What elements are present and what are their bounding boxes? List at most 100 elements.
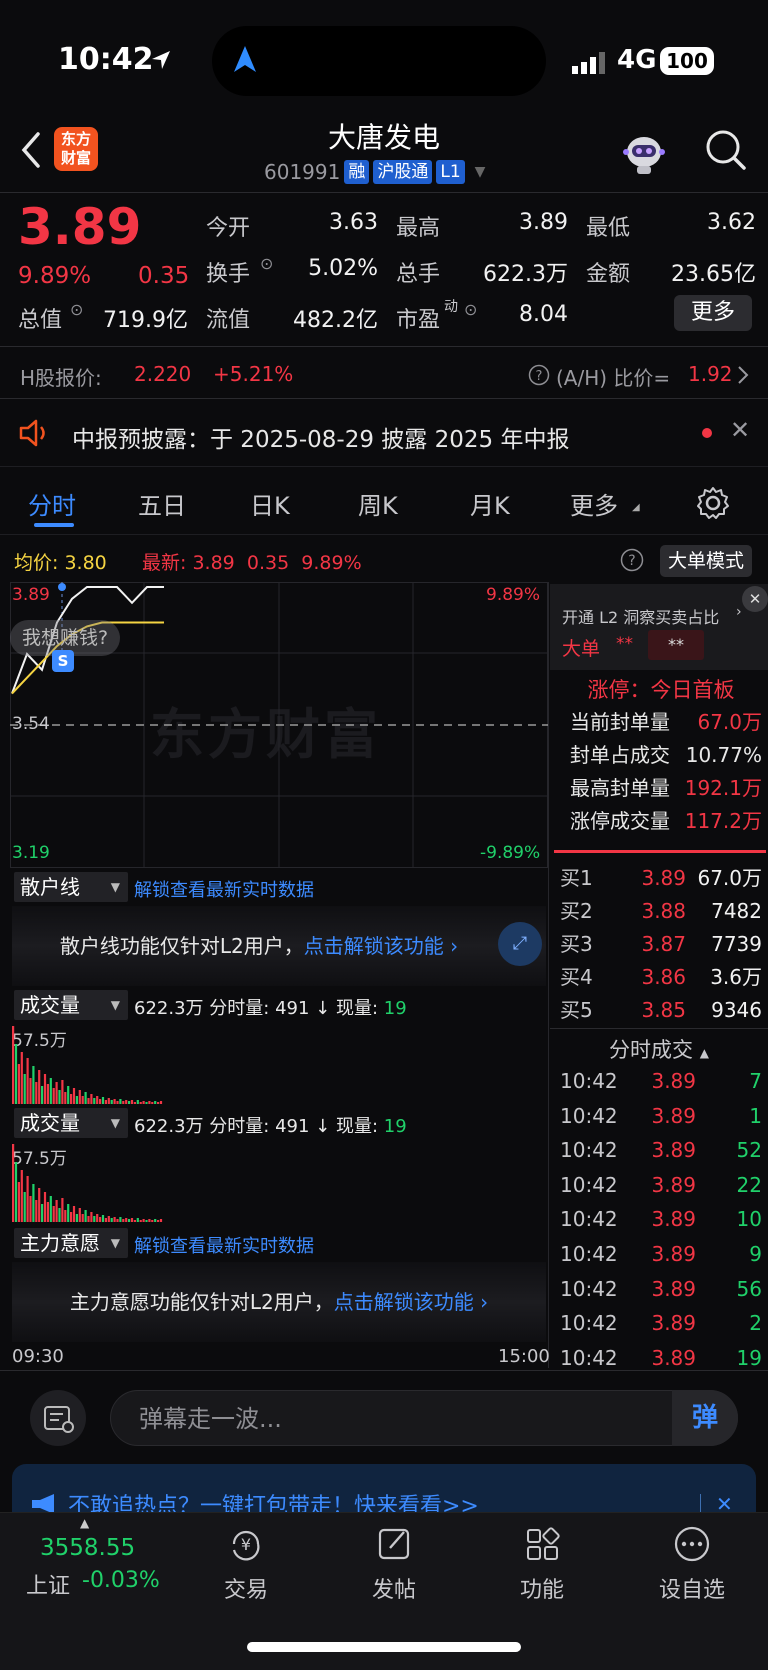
time-end-label: 15:00 [498, 1346, 550, 1367]
index-value[interactable]: 3558.55 [40, 1535, 135, 1561]
tab-monthly-k[interactable]: 月K [470, 486, 510, 521]
y-axis-mid-label: 3.54 [12, 714, 50, 734]
tab-weekly-k[interactable]: 周K [358, 486, 398, 521]
volume-bar [41, 1204, 44, 1222]
close-icon[interactable]: ✕ [742, 586, 768, 612]
volume-bar [70, 1212, 73, 1222]
active-tab-indicator [34, 523, 74, 527]
trade-row: 10:42 3.89 10 [560, 1207, 762, 1232]
nav-watchlist[interactable]: 设自选 [632, 1524, 752, 1604]
tab-five-day[interactable]: 五日 [138, 486, 186, 521]
float-value: 482.2亿 [293, 308, 378, 333]
retail-locked-panel[interactable]: 散户线功能仅针对L2用户，点击解锁该功能 › [12, 906, 546, 986]
volume-bar [17, 1064, 20, 1104]
l2-title[interactable]: 开通 L2 洞察买卖占比 [562, 604, 719, 628]
hshare-label: H股报价: [20, 366, 102, 390]
volume-chart[interactable] [10, 1024, 548, 1106]
volume-bar [84, 1092, 87, 1104]
mktcap-label[interactable]: 总值 [18, 302, 62, 334]
tab-more[interactable]: 更多 [570, 486, 618, 521]
volume-bar [93, 1216, 96, 1222]
volume-bar [157, 1220, 160, 1222]
robot-assistant-icon[interactable] [620, 130, 668, 176]
pe-superscript: 动 [444, 299, 458, 315]
more-button[interactable]: 更多 [674, 295, 752, 331]
limit-volume-row: 涨停成交量 117.2万 [570, 809, 762, 833]
chevron-right-icon[interactable] [736, 364, 750, 386]
orderbook-row[interactable]: 买4 3.86 3.6万 [550, 961, 768, 994]
info-icon[interactable]: ⊙ [70, 300, 83, 319]
big-order-mode-button[interactable]: 大单模式 [660, 545, 753, 577]
trade-row: 10:42 3.89 56 [560, 1276, 762, 1301]
main-force-unlock-link[interactable]: 解锁查看最新实时数据 [134, 1232, 314, 1258]
search-icon[interactable] [704, 128, 748, 172]
limit-up-stats: 当前封单量 67.0万 封单占成交 10.77% 最高封单量 192.1万 涨停成交量… [550, 706, 768, 838]
chevron-right-icon: › [736, 604, 742, 620]
battery-icon: 100 [660, 47, 714, 75]
danmu-send-button[interactable]: 弹 [672, 1390, 738, 1446]
volume-bar [52, 1088, 55, 1104]
nav-functions[interactable]: 功能 [482, 1524, 602, 1604]
nav-post[interactable]: 发帖 [334, 1524, 454, 1604]
volume-bar [96, 1096, 99, 1104]
low-label: 最低 [586, 216, 631, 241]
volume-bar [113, 1217, 116, 1222]
divider [700, 1494, 701, 1514]
volume-bar [125, 1218, 128, 1222]
pe-label[interactable]: 市盈 [396, 302, 440, 334]
volume-selector[interactable]: 成交量 ▼ [14, 990, 128, 1020]
info-icon[interactable]: ⊙ [464, 300, 477, 319]
stock-subtitle[interactable]: 601991 融 沪股通 L1 ▼ [264, 160, 485, 184]
notice-text[interactable]: 中报预披露：于 2025-08-29 披露 2025 年中报 [72, 420, 569, 454]
trades-list[interactable]: 10:42 3.89 7 10:42 3.89 1 10:42 3.89 52 10:42 3.89… [550, 1064, 768, 1375]
gear-icon[interactable] [696, 486, 730, 520]
volume-bar [35, 1200, 38, 1222]
index-name[interactable]: 上证 [26, 1568, 70, 1600]
volume-bar [23, 1192, 26, 1222]
volume-bar [32, 1184, 35, 1222]
trades-title[interactable]: 分时成交 ▲ [550, 1034, 768, 1064]
retail-unlock-link[interactable]: 解锁查看最新实时数据 [134, 876, 314, 902]
main-force-selector[interactable]: 主力意愿 ▼ [14, 1228, 128, 1258]
volume-bar [32, 1066, 35, 1104]
volume-bar [26, 1176, 29, 1222]
current-price: 3.89 [18, 198, 142, 256]
ah-ratio-value: 1.92 [688, 362, 733, 386]
help-icon[interactable]: ? [620, 548, 644, 572]
danmu-input[interactable]: 弹幕走一波... [110, 1390, 738, 1446]
volume-bar [35, 1082, 38, 1104]
retail-line-selector[interactable]: 散户线 ▼ [14, 872, 128, 902]
volume-chart-2[interactable] [10, 1142, 548, 1224]
nav-trade[interactable]: ¥ 交易 [186, 1524, 306, 1604]
info-icon[interactable]: ⊙ [260, 254, 273, 273]
tab-intraday[interactable]: 分时 [28, 486, 76, 521]
divider [0, 346, 768, 347]
main-force-locked-panel[interactable]: 主力意愿功能仅针对L2用户，点击解锁该功能 › [12, 1262, 546, 1342]
high-label: 最高 [396, 216, 441, 241]
volume-bar [110, 1218, 113, 1222]
volume-bar [12, 1026, 15, 1104]
sell-marker-icon[interactable]: S [52, 650, 74, 672]
volume-bar [122, 1101, 125, 1104]
expand-icon[interactable]: ⤢ [498, 922, 542, 966]
danmu-settings-icon[interactable] [30, 1390, 86, 1446]
index-percent: -0.03% [82, 1568, 160, 1593]
svg-text:?: ? [628, 553, 635, 569]
orderbook-row[interactable]: 买1 3.89 67.0万 [550, 862, 768, 895]
high-value: 3.89 [519, 210, 568, 235]
speaker-icon [19, 419, 45, 447]
volume-bar [125, 1100, 128, 1104]
turnover-label[interactable]: 换手 [206, 256, 250, 288]
orderbook-row[interactable]: 买3 3.87 7739 [550, 928, 768, 961]
ah-ratio-label[interactable]: (A/H) 比价= [556, 362, 670, 391]
volume-bar [116, 1101, 119, 1104]
orderbook-row[interactable]: 买5 3.85 9346 [550, 994, 768, 1027]
help-icon[interactable]: ? [528, 364, 550, 386]
order-book[interactable]: 买1 3.89 67.0万 买2 3.88 7482 买3 3.87 7739 买4 3.86 3.6… [550, 862, 768, 1027]
orderbook-row[interactable]: 买2 3.88 7482 [550, 895, 768, 928]
volume-selector-2[interactable]: 成交量 ▼ [14, 1108, 128, 1138]
tab-daily-k[interactable]: 日K [250, 486, 290, 521]
seal-ratio-row: 封单占成交 10.77% [570, 743, 762, 767]
big-order-value-1: ** [616, 634, 633, 654]
close-icon[interactable]: ✕ [730, 416, 750, 444]
